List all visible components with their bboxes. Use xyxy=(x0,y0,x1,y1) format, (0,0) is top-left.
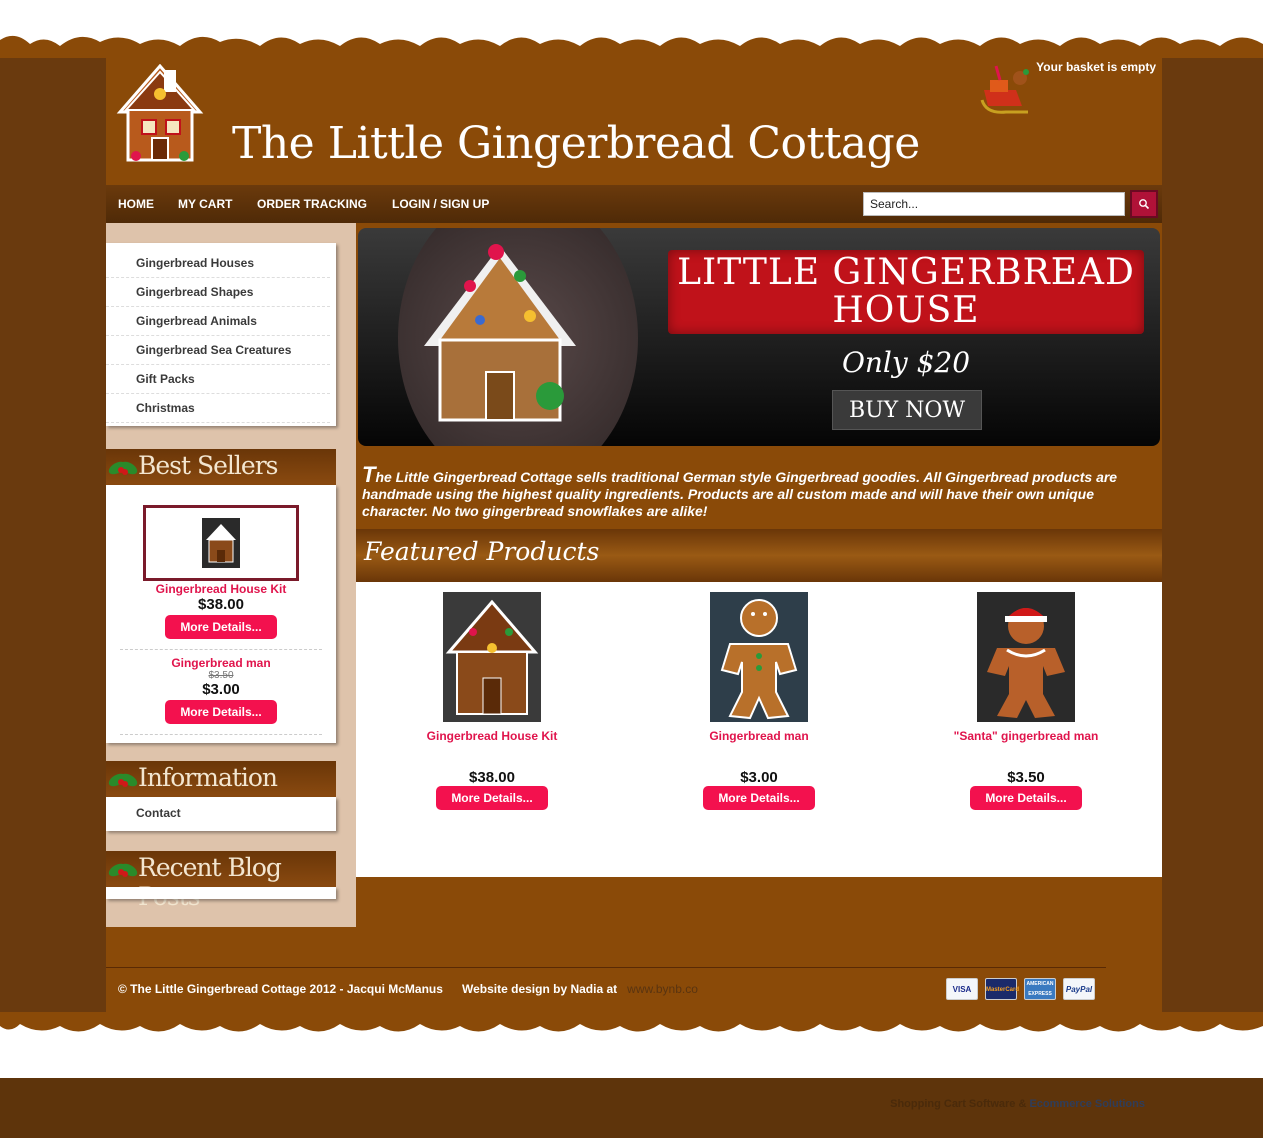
paypal-icon: PayPal xyxy=(1063,978,1095,1000)
product-price: $3.50 xyxy=(1007,769,1045,786)
intro-text: The Little Gingerbread Cottage sells tra… xyxy=(362,464,1160,520)
product-price: $38.00 xyxy=(469,769,515,786)
nav-home[interactable]: HOME xyxy=(118,197,154,211)
featured-title: Featured Products xyxy=(364,537,600,566)
category-gingerbread-animals[interactable]: Gingerbread Animals xyxy=(106,307,330,336)
banner-title-line2: HOUSE xyxy=(832,290,980,331)
search-button[interactable] xyxy=(1130,190,1158,218)
category-gingerbread-houses[interactable]: Gingerbread Houses xyxy=(106,249,330,278)
holly-icon xyxy=(108,863,138,877)
search-icon xyxy=(1139,199,1150,210)
featured-products: Gingerbread House Kit $38.00 More Detail… xyxy=(356,582,1162,877)
best-seller-item: Gingerbread House Kit $38.00 More Detail… xyxy=(106,505,336,735)
mastercard-icon: MasterCard xyxy=(985,978,1019,1000)
blog-header: Recent Blog Posts xyxy=(106,851,336,911)
sleigh-icon xyxy=(976,62,1038,122)
site-title[interactable]: The Little Gingerbread Cottage xyxy=(232,118,920,169)
banner-title-line1: LITTLE GINGERBREAD xyxy=(677,252,1135,293)
banner-price: Only $20 xyxy=(841,346,971,379)
basket-status: Your basket is empty xyxy=(1036,60,1156,74)
footer-design-credit: Website design by Nadia at www.bynb.co xyxy=(462,982,698,996)
snow-bottom-border xyxy=(0,1012,1263,1078)
footer-design-label: Website design by Nadia at xyxy=(462,982,618,996)
best-seller-old-price: $3.50 xyxy=(208,670,234,681)
best-sellers-box: Gingerbread House Kit $38.00 More Detail… xyxy=(106,485,336,743)
best-sellers-title: Best Sellers xyxy=(138,451,278,480)
promo-banner[interactable]: LITTLE GINGERBREAD HOUSE Only $20 BUY NO… xyxy=(358,228,1160,446)
product-card: Gingerbread House Kit $38.00 More Detail… xyxy=(358,592,626,810)
holly-icon xyxy=(108,461,138,475)
nav-login-signup[interactable]: LOGIN / SIGN UP xyxy=(392,197,489,211)
main-nav: HOME MY CART ORDER TRACKING LOGIN / SIGN… xyxy=(106,185,1162,223)
product-name[interactable]: Gingerbread man xyxy=(625,729,893,765)
more-details-button[interactable]: More Details... xyxy=(970,786,1082,810)
powered-prefix: Shopping Cart Software & xyxy=(890,1098,1027,1110)
gingerbread-house-image xyxy=(202,518,240,568)
buy-now-button[interactable]: BUY NOW xyxy=(832,390,982,430)
best-seller-name[interactable]: Gingerbread man xyxy=(106,656,336,670)
category-gift-packs[interactable]: Gift Packs xyxy=(106,365,330,394)
information-title: Information xyxy=(138,763,278,792)
more-details-button[interactable]: More Details... xyxy=(165,615,277,639)
footer-divider xyxy=(106,967,1106,968)
contact-link[interactable]: Contact xyxy=(106,806,336,820)
best-sellers-header: Best Sellers xyxy=(106,449,336,485)
nav-my-cart[interactable]: MY CART xyxy=(178,197,232,211)
category-gingerbread-shapes[interactable]: Gingerbread Shapes xyxy=(106,278,330,307)
intro-body: he Little Gingerbread Cottage sells trad… xyxy=(362,469,1118,519)
footer-copyright: © The Little Gingerbread Cottage 2012 - … xyxy=(118,982,443,996)
amex-card-icon: AMERICAN EXPRESS xyxy=(1024,978,1056,1000)
powered-by-text: Shopping Cart Software & Ecommerce Solut… xyxy=(890,1098,1145,1110)
best-seller-price: $3.00 xyxy=(202,681,240,698)
information-box: Contact xyxy=(106,797,336,831)
nav-order-tracking[interactable]: ORDER TRACKING xyxy=(257,197,367,211)
powered-link[interactable]: Ecommerce Solutions xyxy=(1029,1098,1145,1110)
blog-title: Recent Blog Posts xyxy=(138,853,282,911)
product-card: Gingerbread man $3.00 More Details... xyxy=(625,592,893,810)
footer-design-link[interactable]: www.bynb.co xyxy=(627,982,698,996)
divider xyxy=(120,649,322,650)
page-container: The Little Gingerbread Cottage Your bask… xyxy=(106,28,1162,1028)
category-menu: Gingerbread Houses Gingerbread Shapes Gi… xyxy=(106,243,336,426)
featured-header: Featured Products xyxy=(356,529,1162,582)
search-input[interactable] xyxy=(863,192,1125,216)
visa-card-icon: VISA xyxy=(946,978,978,1000)
cottage-logo-icon[interactable] xyxy=(112,63,208,168)
intro-drop-cap: T xyxy=(362,462,376,487)
best-seller-name[interactable]: Gingerbread House Kit xyxy=(106,582,336,596)
gingerbread-man-image[interactable] xyxy=(710,592,808,722)
more-details-button[interactable]: More Details... xyxy=(436,786,548,810)
bottom-footer-band: Shopping Cart Software & Ecommerce Solut… xyxy=(0,1078,1263,1138)
category-gingerbread-sea-creatures[interactable]: Gingerbread Sea Creatures xyxy=(106,336,330,365)
gingerbread-house-image xyxy=(424,244,576,422)
more-details-button[interactable]: More Details... xyxy=(165,700,277,724)
snow-top-border xyxy=(0,0,1263,58)
gingerbread-house-kit-image[interactable] xyxy=(443,592,541,722)
best-seller-price: $38.00 xyxy=(198,596,244,613)
santa-gingerbread-man-image[interactable] xyxy=(977,592,1075,722)
banner-title-box: LITTLE GINGERBREAD HOUSE xyxy=(668,250,1144,334)
product-card: "Santa" gingerbread man $3.50 More Detai… xyxy=(892,592,1160,810)
divider xyxy=(120,734,322,735)
category-christmas[interactable]: Christmas xyxy=(106,394,330,423)
left-sidebar: Gingerbread Houses Gingerbread Shapes Gi… xyxy=(106,223,356,927)
best-seller-thumb[interactable] xyxy=(143,505,299,581)
product-price: $3.00 xyxy=(740,769,778,786)
outer-left-border xyxy=(0,40,106,1040)
holly-icon xyxy=(108,773,138,787)
outer-right-border xyxy=(1162,40,1263,1040)
product-name[interactable]: "Santa" gingerbread man xyxy=(892,729,1160,765)
blog-box xyxy=(106,887,336,899)
basket-widget[interactable]: Your basket is empty xyxy=(976,58,1156,128)
information-header: Information xyxy=(106,761,336,797)
product-name[interactable]: Gingerbread House Kit xyxy=(358,729,626,765)
more-details-button[interactable]: More Details... xyxy=(703,786,815,810)
